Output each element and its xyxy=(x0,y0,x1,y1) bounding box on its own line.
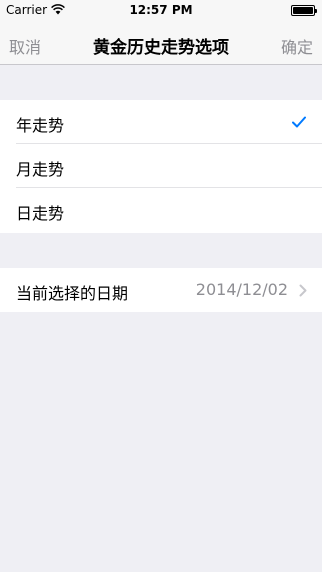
battery-icon xyxy=(291,5,317,16)
trend-option-label: 月走势 xyxy=(16,160,65,179)
screen: Carrier 12:57 PM 取消 黄金历史走势选项 确定 年走势 月走势 … xyxy=(0,0,322,572)
navigation-bar: 取消 黄金历史走势选项 确定 xyxy=(0,20,322,65)
trend-option-label: 日走势 xyxy=(16,204,65,223)
status-bar: Carrier 12:57 PM xyxy=(0,0,322,20)
trend-option-day[interactable]: 日走势 xyxy=(0,188,322,232)
date-row-value: 2014/12/02 xyxy=(195,280,288,299)
trend-option-label: 年走势 xyxy=(16,116,65,135)
clock: 12:57 PM xyxy=(129,3,193,17)
date-row[interactable]: 当前选择的日期 2014/12/02 xyxy=(0,268,322,312)
trend-option-month[interactable]: 月走势 xyxy=(0,144,322,188)
checkmark-icon xyxy=(292,116,306,128)
date-row-label: 当前选择的日期 xyxy=(16,284,129,303)
trend-options-list: 年走势 月走势 日走势 xyxy=(0,100,322,233)
chevron-right-icon xyxy=(299,284,307,297)
trend-option-year[interactable]: 年走势 xyxy=(0,100,322,144)
page-title: 黄金历史走势选项 xyxy=(93,38,229,58)
confirm-button[interactable]: 确定 xyxy=(281,34,313,58)
